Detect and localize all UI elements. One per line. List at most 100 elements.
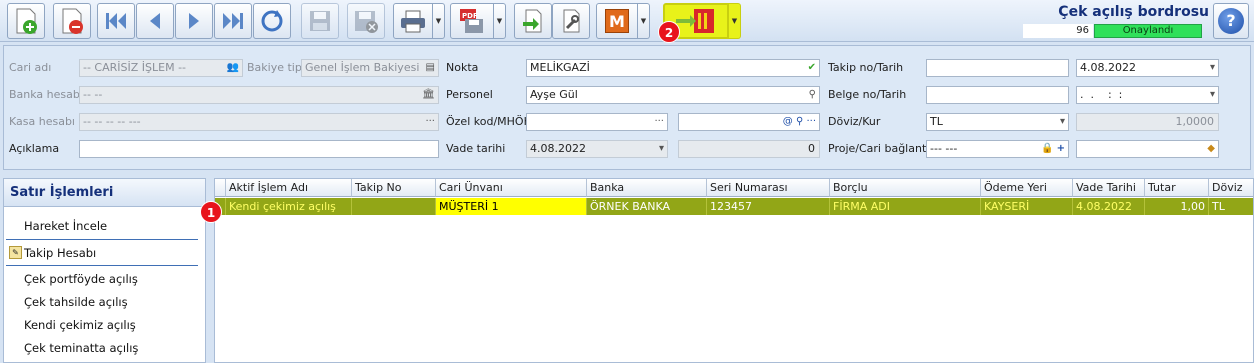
m-dropdown[interactable]: ▼ xyxy=(638,3,650,39)
new-button[interactable] xyxy=(7,3,45,39)
personel-value: Ayşe Gül xyxy=(530,88,578,101)
vade-gun-field: 0 xyxy=(678,140,820,158)
table-cell[interactable]: FİRMA ADI xyxy=(830,198,981,215)
column-header[interactable]: Borçlu xyxy=(830,179,981,197)
tools-button[interactable] xyxy=(552,3,590,39)
table-cell[interactable]: 123457 xyxy=(707,198,830,215)
kasa-hesabi-label: Kasa hesabı xyxy=(9,115,75,128)
row-indicator-header xyxy=(215,179,226,197)
callout-badge-1: 1 xyxy=(200,201,222,223)
column-header[interactable]: Seri Numarası xyxy=(707,179,830,197)
transfer-icon xyxy=(676,9,714,33)
next-icon xyxy=(189,13,199,29)
save-close-button[interactable] xyxy=(347,3,385,39)
transfer-dropdown[interactable]: ▼ xyxy=(729,3,741,39)
column-header[interactable]: Takip No xyxy=(352,179,436,197)
panel-title: Satır İşlemleri xyxy=(4,179,205,207)
last-icon xyxy=(223,13,243,29)
ozel-kod-label: Özel kod/MHÖK xyxy=(446,115,531,128)
personel-label: Personel xyxy=(446,88,493,101)
last-record-button[interactable] xyxy=(214,3,252,39)
panel-item-cek-portfoyde[interactable]: Çek portföyde açılış xyxy=(24,272,138,286)
belge-no-input[interactable] xyxy=(926,86,1069,104)
column-header[interactable]: Vade Tarihi xyxy=(1073,179,1145,197)
pdf-button[interactable]: PDF xyxy=(450,3,494,39)
column-header[interactable]: Aktif İşlem Adı xyxy=(226,179,352,197)
bakiye-tipi-field: Genel İşlem Bakiyesi ▤ xyxy=(301,59,439,77)
mhok-field[interactable]: @ ⚲ ··· xyxy=(678,113,820,131)
column-header[interactable]: Banka xyxy=(587,179,707,197)
column-header[interactable]: Cari Ünvanı xyxy=(436,179,587,197)
table-cell[interactable]: 1,00 xyxy=(1145,198,1209,215)
cari-baglanti-field[interactable]: ◆ xyxy=(1076,140,1219,158)
panel-item-cek-tahsilde[interactable]: Çek tahsilde açılış xyxy=(24,295,128,309)
proje-field[interactable]: --- --- 🔒 + xyxy=(926,140,1069,158)
panel-item-kendi-cekimiz[interactable]: Kendi çekimiz açılış xyxy=(24,318,136,332)
column-header[interactable]: Döviz xyxy=(1209,179,1253,197)
help-icon: ? xyxy=(1218,8,1244,34)
chevron-down-icon: ▾ xyxy=(1209,62,1215,73)
panel-item-takip-hesabi[interactable]: Takip Hesabı xyxy=(24,246,96,260)
import-icon xyxy=(523,9,542,33)
svg-text:PDF: PDF xyxy=(462,12,478,20)
bank-icon: 🏛 xyxy=(422,89,435,100)
nokta-value: MELİKGAZİ xyxy=(530,61,590,74)
previous-record-button[interactable] xyxy=(136,3,174,39)
save-close-icon xyxy=(355,11,378,33)
m-icon: M xyxy=(605,9,629,33)
doviz-select[interactable]: TL ▾ xyxy=(926,113,1069,131)
print-button[interactable] xyxy=(393,3,433,39)
refresh-button[interactable] xyxy=(253,3,291,39)
proje-label: Proje/Cari bağlantı xyxy=(828,142,930,155)
column-header[interactable]: Tutar xyxy=(1145,179,1209,197)
belge-tarih-field[interactable]: . . : : ▾ xyxy=(1076,86,1219,104)
save-button[interactable] xyxy=(301,3,339,39)
chevron-down-icon: ▾ xyxy=(658,143,664,154)
panel-item-cek-teminatta[interactable]: Çek teminatta açılış xyxy=(24,341,138,355)
table-cell[interactable]: KAYSERİ xyxy=(981,198,1073,215)
check-icon: ✔ xyxy=(807,62,816,73)
doviz-value: TL xyxy=(930,115,943,128)
table-cell[interactable]: Kendi çekimiz açılış xyxy=(226,198,352,215)
delete-button[interactable] xyxy=(53,3,91,39)
callout-badge-2: 2 xyxy=(658,21,680,43)
ellipsis-icon: ··· xyxy=(654,116,664,127)
print-icon xyxy=(401,10,425,33)
aciklama-input[interactable] xyxy=(79,140,439,158)
vade-tarihi-value: 4.08.2022 xyxy=(530,142,586,155)
lock-plus-icon: 🔒 + xyxy=(1040,143,1065,154)
takip-no-input[interactable] xyxy=(926,59,1069,77)
save-icon xyxy=(310,11,330,31)
panel-item-hareket-incele[interactable]: Hareket İncele xyxy=(24,219,107,233)
doviz-kur-label: Döviz/Kur xyxy=(828,115,881,128)
eraser-icon: ◆ xyxy=(1207,143,1215,154)
ozel-kod-field[interactable]: ··· xyxy=(526,113,668,131)
help-button[interactable]: ? xyxy=(1213,3,1249,39)
personel-field[interactable]: Ayşe Gül ⚲ xyxy=(526,86,820,104)
m-button[interactable]: M xyxy=(596,3,638,39)
table-cell[interactable]: TL xyxy=(1209,198,1253,215)
table-cell[interactable]: MÜŞTERİ 1 xyxy=(436,198,587,215)
page-title: Çek açılış bordrosu xyxy=(1058,4,1209,20)
next-record-button[interactable] xyxy=(175,3,213,39)
nokta-field[interactable]: MELİKGAZİ ✔ xyxy=(526,59,820,77)
kasa-hesabi-field: -- -- -- -- --- ··· xyxy=(79,113,439,131)
table-cell[interactable]: ÖRNEK BANKA xyxy=(587,198,707,215)
import-button[interactable] xyxy=(514,3,552,39)
first-record-button[interactable] xyxy=(97,3,135,39)
print-dropdown[interactable]: ▼ xyxy=(433,3,445,39)
table-cell[interactable]: 4.08.2022 xyxy=(1073,198,1145,215)
banka-hesabi-field: -- -- 🏛 xyxy=(79,86,439,104)
vade-tarihi-field[interactable]: 4.08.2022 ▾ xyxy=(526,140,668,158)
pdf-dropdown[interactable]: ▼ xyxy=(494,3,506,39)
pdf-icon: PDF xyxy=(460,9,483,33)
takip-tarih-field[interactable]: 4.08.2022 ▾ xyxy=(1076,59,1219,77)
belge-tarih-value: . . : : xyxy=(1080,88,1123,101)
takip-no-label: Takip no/Tarih xyxy=(828,61,904,74)
table-cell[interactable] xyxy=(352,198,436,215)
vade-tarihi-label: Vade tarihi xyxy=(446,142,506,155)
column-header[interactable]: Ödeme Yeri xyxy=(981,179,1073,197)
lines-grid: Aktif İşlem Adı Takip No Cari Ünvanı Ban… xyxy=(214,178,1254,363)
toolbar: ▼ PDF ▼ M ▼ ▼ Çek açılış bordrosu 96 Ona… xyxy=(0,0,1254,42)
cari-adi-label: Cari adı xyxy=(9,61,52,74)
